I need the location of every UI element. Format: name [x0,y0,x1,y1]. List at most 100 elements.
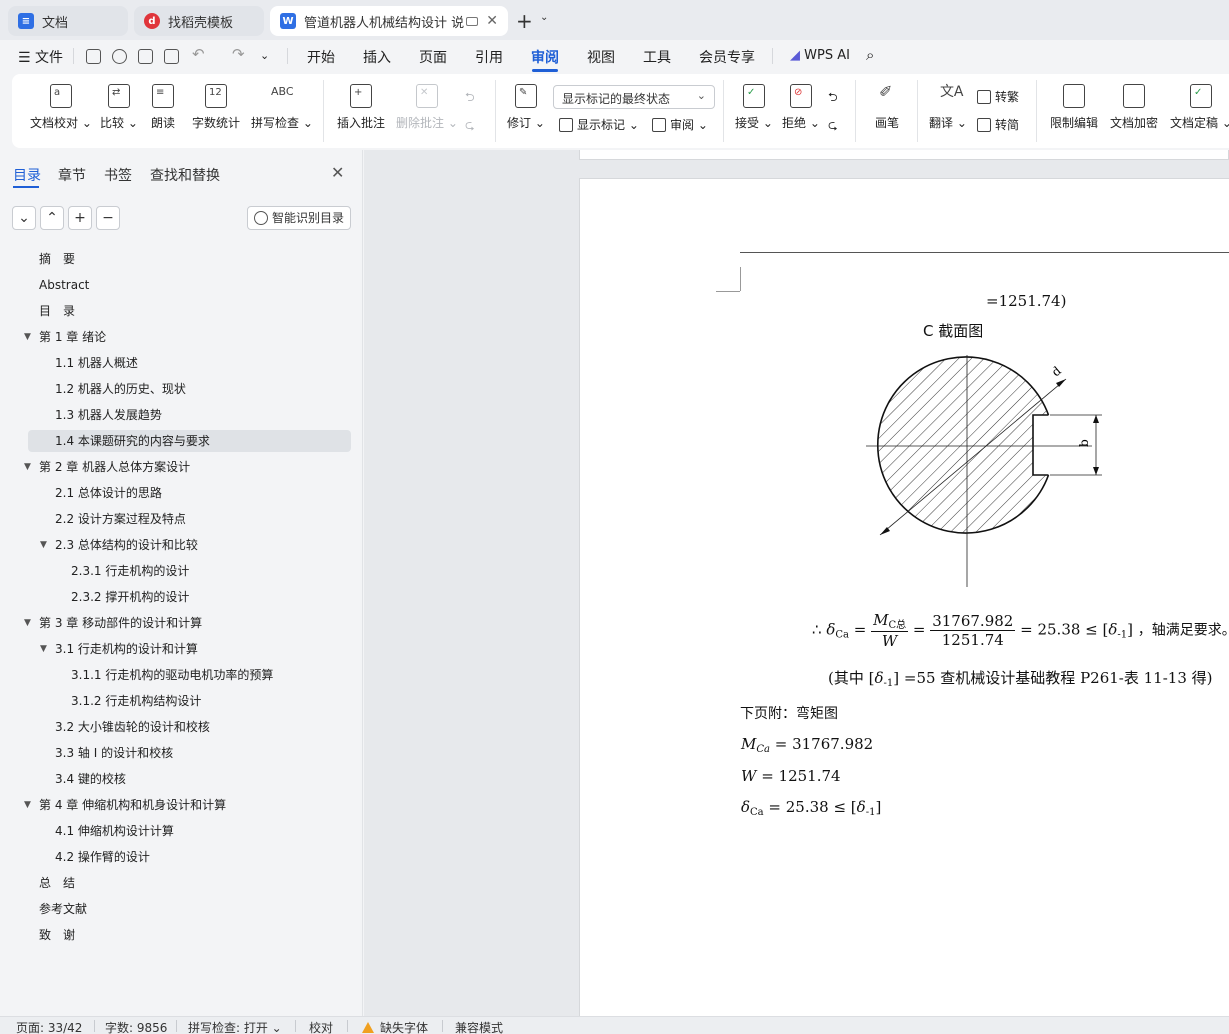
menu-references[interactable]: 引用 [475,47,503,67]
revise-button[interactable]: ✎ 修订 ⌄ [507,84,545,131]
toc-item[interactable]: 致 谢 [39,924,75,946]
show-markup-button[interactable]: 显示标记 ⌄ [559,116,639,133]
lock-icon [1063,84,1085,108]
doc-check-button[interactable]: a 文档校对 ⌄ [30,84,92,131]
remove-icon[interactable]: − [96,206,120,230]
word-count-button[interactable]: 12 字数统计 [192,84,240,131]
undo-icon[interactable]: ↶ [192,45,205,63]
toc-item[interactable]: 1.3 机器人发展趋势 [55,404,162,426]
caret-down-icon[interactable]: ▼ [24,618,31,628]
share-icon[interactable] [112,49,127,64]
next-change-icon[interactable]: ⮎ [828,116,838,137]
restrict-edit-button[interactable]: 限制编辑 [1050,84,1098,131]
toc-item[interactable]: 2.3 总体结构的设计和比较 [55,534,198,556]
chevron-down-icon[interactable]: ⌄ [260,49,269,62]
page-indicator[interactable]: 页面: 33/42 [16,1019,82,1034]
prev-comment-icon[interactable]: ⮌ [465,88,475,109]
doc-finalize-button[interactable]: ✓ 文档定稿 ⌄ [1170,84,1229,131]
toc-item[interactable]: 4.1 伸缩机构设计计算 [55,820,174,842]
file-menu[interactable]: ☰ 文件 [18,47,63,67]
toc-item[interactable]: 第 4 章 伸缩机构和机身设计和计算 [39,794,226,816]
reject-button[interactable]: ⊘ 拒绝 ⌄ [782,84,820,131]
print-preview-icon[interactable] [164,49,179,64]
toc-item[interactable]: 3.2 大小锥齿轮的设计和校核 [55,716,210,738]
tab-docs[interactable]: ≡ 文档 [8,6,128,36]
toc-item[interactable]: 3.4 键的校核 [55,768,126,790]
missing-font-button[interactable]: 缺失字体 [362,1019,428,1034]
toc-item[interactable]: 2.3.2 撑开机构的设计 [71,586,189,608]
translate-button[interactable]: 文A 翻译 ⌄ [929,84,967,131]
search-icon[interactable]: ⌕ [866,46,874,64]
markup-state-select[interactable]: 显示标记的最终状态 ⌄ [553,85,715,109]
next-comment-icon[interactable]: ⮎ [465,116,475,137]
menu-insert[interactable]: 插入 [363,47,391,67]
pen-button[interactable]: ✐ 画笔 [875,84,899,131]
toc-item[interactable]: 总 结 [39,872,75,894]
menu-view[interactable]: 视图 [587,47,615,67]
toc-item[interactable]: 2.2 设计方案过程及特点 [55,508,186,530]
chevron-down-icon[interactable]: ⌄ [540,12,548,23]
print-icon[interactable] [138,49,153,64]
caret-down-icon[interactable]: ▼ [40,644,47,654]
toc-item[interactable]: 第 3 章 移动部件的设计和计算 [39,612,202,634]
tab-current-document[interactable]: W 管道机器人机械结构设计 说明 ✕ [270,6,508,36]
caret-down-icon[interactable]: ▼ [24,462,31,472]
toc-item[interactable]: Abstract [39,274,89,296]
menu-tools[interactable]: 工具 [643,47,671,67]
toc-item[interactable]: 第 2 章 机器人总体方案设计 [39,456,190,478]
to-traditional-button[interactable]: 转繁 [977,88,1019,105]
proofread-button[interactable]: 校对 [309,1019,333,1034]
wps-ai-button[interactable]: ◢ WPS AI [790,48,850,63]
close-icon[interactable]: ✕ [486,13,498,29]
to-simplified-button[interactable]: 转简 [977,116,1019,133]
word-count-indicator[interactable]: 字数: 9856 [105,1019,167,1034]
add-icon[interactable]: + [68,206,92,230]
toc-item[interactable]: 4.2 操作臂的设计 [55,846,150,868]
toc-item[interactable]: 1.2 机器人的历史、现状 [55,378,186,400]
accept-button[interactable]: ✓ 接受 ⌄ [735,84,773,131]
chevron-up-icon[interactable]: ⌃ [40,206,64,230]
toc-item[interactable]: 1.1 机器人概述 [55,352,138,374]
toc-item[interactable]: 1.4 本课题研究的内容与要求 [55,430,210,452]
tab-docer-templates[interactable]: d 找稻壳模板 [134,6,264,36]
toc-item[interactable]: 3.1.1 行走机构的驱动电机功率的预算 [71,664,273,686]
read-aloud-button[interactable]: ≡ 朗读 [151,84,175,131]
compare-button[interactable]: ⇄ 比较 ⌄ [100,84,138,131]
monitor-icon[interactable] [466,16,478,26]
redo-icon[interactable]: ↷ [232,45,245,63]
new-tab-icon[interactable]: + [516,9,533,33]
close-icon[interactable]: ✕ [331,163,344,182]
delete-comment-button[interactable]: ✕ 删除批注 ⌄ [396,84,458,131]
save-icon[interactable] [86,49,101,64]
spell-check-toggle[interactable]: 拼写检查: 打开 ⌄ [188,1019,282,1034]
smart-toc-button[interactable]: 智能识别目录 [247,206,351,230]
chevron-down-icon[interactable]: ⌄ [12,206,36,230]
menu-membership[interactable]: 会员专享 [699,47,755,67]
tab-bookmarks[interactable]: 书签 [104,165,132,185]
toc-item[interactable]: 目 录 [39,300,75,322]
toc-item[interactable]: 3.1 行走机构的设计和计算 [55,638,198,660]
toc-item[interactable]: 第 1 章 绪论 [39,326,106,348]
tab-toc[interactable]: 目录 [13,165,41,185]
doc-encrypt-button[interactable]: 文档加密 [1110,84,1158,131]
insert-comment-button[interactable]: + 插入批注 [337,84,385,131]
review-pane-button[interactable]: 审阅 ⌄ [652,116,708,133]
menu-review[interactable]: 审阅 [531,47,559,67]
spell-check-button[interactable]: ABC 拼写检查 ⌄ [251,84,313,131]
tab-chapters[interactable]: 章节 [58,165,86,185]
caret-down-icon[interactable]: ▼ [24,800,31,810]
to-simplified-label: 转简 [995,118,1020,132]
toc-item[interactable]: 参考文献 [39,898,87,920]
tab-find-replace[interactable]: 查找和替换 [150,165,220,185]
toc-item[interactable]: 3.1.2 行走机构结构设计 [71,690,201,712]
menu-page[interactable]: 页面 [419,47,447,67]
divider [1036,80,1037,142]
menu-home[interactable]: 开始 [307,47,335,67]
caret-down-icon[interactable]: ▼ [24,332,31,342]
toc-item[interactable]: 摘 要 [39,248,75,270]
caret-down-icon[interactable]: ▼ [40,540,47,550]
toc-item[interactable]: 3.3 轴 I 的设计和校核 [55,742,173,764]
prev-change-icon[interactable]: ⮌ [828,88,838,109]
toc-item[interactable]: 2.3.1 行走机构的设计 [71,560,189,582]
toc-item[interactable]: 2.1 总体设计的思路 [55,482,162,504]
